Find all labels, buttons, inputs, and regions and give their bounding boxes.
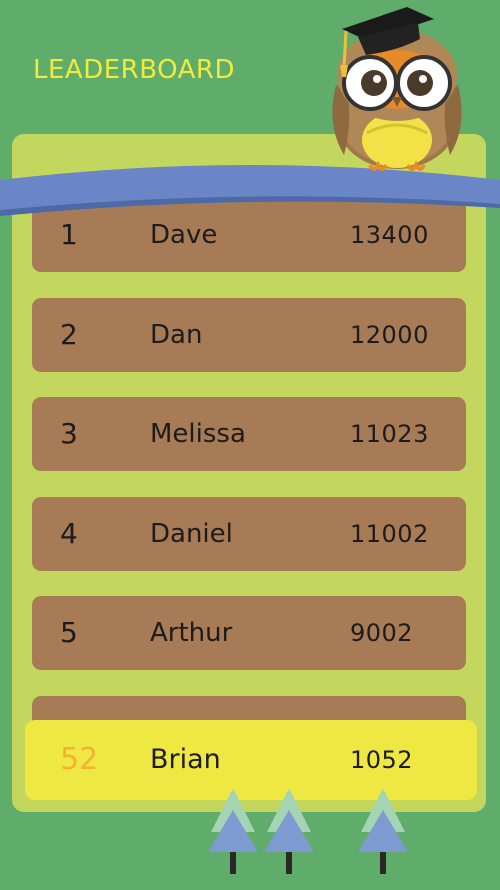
row-rank: 5 [60,616,78,649]
row-rank: 4 [60,517,78,550]
trees-decoration [208,788,408,874]
row-name: Dan [150,320,203,350]
row-score: 9002 [350,619,414,647]
row-rank: 3 [60,417,78,450]
row-score: 11002 [350,520,429,548]
page-title: LEADERBOARD [33,55,235,85]
leaderboard-row[interactable]: 5 Arthur 9002 [32,596,466,670]
leaderboard-panel: 1 Dave 13400 2 Dan 12000 3 Melissa 11023… [12,134,486,812]
pine-tree-icon [264,788,314,874]
row-name: Melissa [150,419,246,449]
pine-tree-icon [358,788,408,874]
leaderboard-row[interactable]: 2 Dan 12000 [32,298,466,372]
pine-tree-icon [208,788,258,874]
row-name: Daniel [150,519,233,549]
row-name: Arthur [150,618,233,648]
owl-mascot-icon [332,7,462,171]
leaderboard-row[interactable]: 4 Daniel 11002 [32,497,466,571]
leaderboard-row[interactable]: 3 Melissa 11023 [32,397,466,471]
row-rank: 2 [60,318,78,351]
row-score: 12000 [350,321,429,349]
row-score: 11023 [350,420,429,448]
